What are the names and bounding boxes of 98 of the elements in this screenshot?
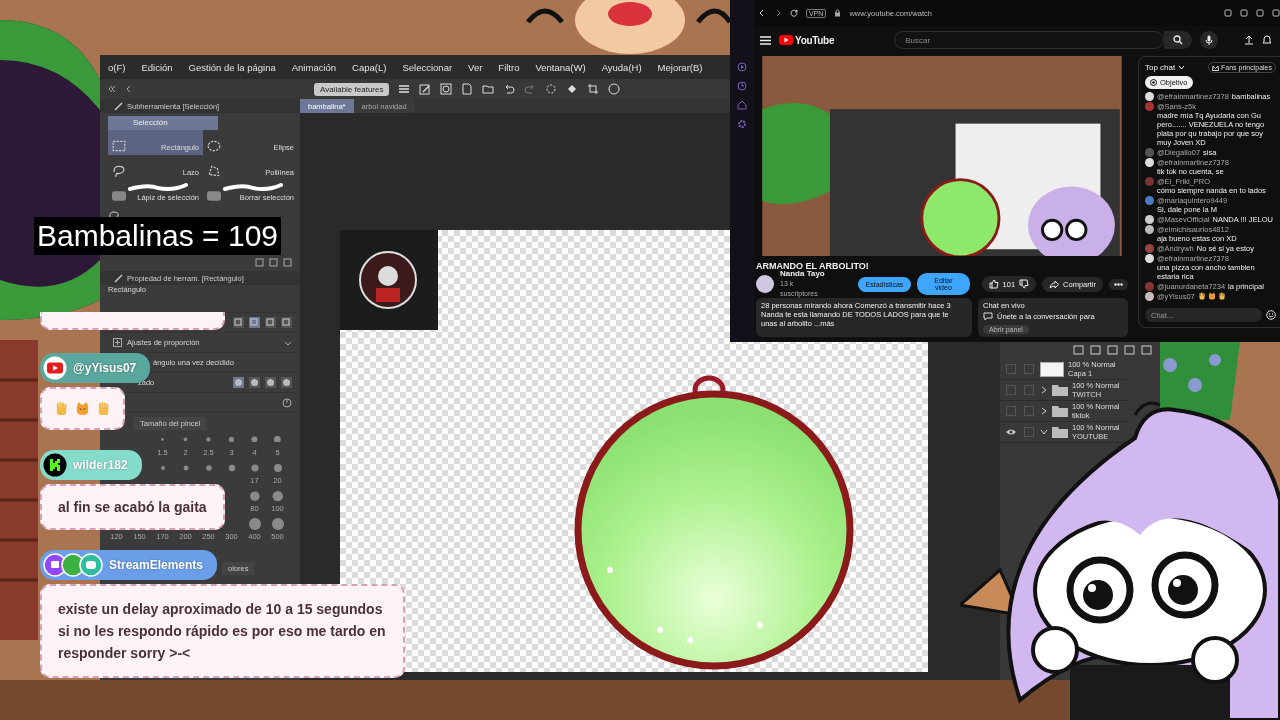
search-button[interactable]	[1164, 31, 1193, 49]
shape-dot-icon[interactable]	[281, 377, 292, 388]
menu-item[interactable]: Ver	[468, 61, 483, 73]
menu-item[interactable]: Animación	[291, 61, 337, 73]
menu-item[interactable]: Mejorar(B)	[657, 61, 703, 73]
chat-message: existe un delay aproximado de 10 a 15 segundos si no les respondo rápido es por eso me tardo en responder sorry >-<	[40, 584, 405, 678]
share-arrow-icon	[1049, 279, 1060, 289]
chat-username: StreamElements	[109, 558, 204, 572]
crown-icon	[1212, 64, 1220, 71]
shape-dot-icon[interactable]	[249, 377, 260, 388]
eye-icon[interactable]	[1005, 428, 1017, 436]
logo-circle-icon	[358, 250, 418, 310]
available-features-button[interactable]: Available features	[314, 82, 390, 96]
selection-icon	[112, 140, 126, 152]
chevron-icon[interactable]	[1040, 407, 1048, 415]
chat-message: al fin se acabó la gaita	[40, 484, 225, 530]
mode-icon[interactable]	[281, 317, 292, 328]
logo-text[interactable]: YouTube	[795, 34, 835, 46]
loading-icon[interactable]	[545, 83, 558, 95]
tool-icon	[114, 101, 123, 111]
expand-icon[interactable]	[113, 338, 122, 347]
tool-group-tab[interactable]: Selección	[108, 116, 218, 130]
brush-dots-drawing	[249, 490, 283, 502]
more-button[interactable]	[1109, 278, 1128, 290]
hand-icon	[1217, 292, 1226, 300]
menu-item[interactable]: Gestión de la página	[188, 61, 276, 73]
chat-username: wilder182	[73, 458, 128, 472]
chat-username: @yYisus07	[73, 361, 137, 375]
chat-mode-dropdown[interactable]: Top chat	[1145, 63, 1176, 72]
mic-button[interactable]	[1200, 31, 1219, 49]
home-icon[interactable]	[737, 100, 747, 110]
mode-icon[interactable]	[233, 317, 244, 328]
menu-item[interactable]: Seleccionar	[402, 61, 453, 73]
play-logo-icon	[779, 35, 793, 45]
more-icon	[1114, 282, 1123, 286]
menu-item[interactable]: o(F)	[108, 61, 126, 73]
target-icon	[1150, 79, 1157, 86]
channel-avatar[interactable]	[756, 275, 774, 293]
caret-icon[interactable]	[1178, 65, 1186, 70]
shape-dot-icon[interactable]	[233, 377, 244, 388]
menu-item[interactable]: Ventana(W)	[535, 61, 586, 73]
bell-icon[interactable]	[1262, 35, 1272, 45]
reload-icon[interactable]	[790, 9, 798, 17]
thumbs-up-icon	[988, 279, 999, 289]
counter-label: Bambalinas = 109	[34, 217, 281, 255]
chat-bubble-icon	[983, 312, 993, 321]
double-chevron-icon[interactable]	[108, 85, 116, 93]
smiley-icon[interactable]	[1266, 310, 1276, 320]
layer-thumbnail-icon	[1040, 361, 1064, 377]
chevron-left-icon[interactable]	[125, 85, 133, 93]
video-title: ARMANDO EL ARBOLITO!	[756, 261, 870, 271]
shape-dot-icon[interactable]	[265, 377, 276, 388]
folder-icon	[1052, 426, 1068, 438]
search-icon	[1173, 35, 1184, 45]
chevron-icon[interactable]	[1040, 386, 1048, 394]
selection-icon	[207, 140, 221, 152]
menu-icon[interactable]	[760, 35, 771, 45]
channel-name[interactable]: Nanda Tayo	[780, 269, 832, 279]
folder-icon	[1052, 384, 1068, 396]
menu-icon[interactable]	[398, 83, 411, 95]
chevron-icon[interactable]	[1040, 428, 1048, 436]
cat-icon	[1207, 292, 1216, 300]
hand-icon	[1197, 292, 1206, 300]
selection-icon	[207, 165, 221, 177]
brush-stroke-drawing	[128, 182, 188, 192]
youtube-icon	[43, 356, 67, 380]
forward-icon[interactable]	[774, 9, 782, 17]
upload-icon[interactable]	[1244, 35, 1254, 45]
undo-icon[interactable]	[503, 83, 516, 95]
search-field[interactable]: Buscar	[894, 31, 1165, 49]
selection-icon	[112, 165, 126, 177]
brush-icon	[207, 190, 221, 202]
brush-icon	[112, 190, 126, 202]
hand-icon	[96, 401, 111, 416]
lock-icon	[834, 9, 842, 17]
kick-icon	[43, 453, 67, 477]
mode-icon[interactable]	[265, 317, 276, 328]
cat-icon	[75, 401, 90, 416]
reset-icon[interactable]	[282, 397, 292, 408]
pen-icon[interactable]	[419, 83, 432, 95]
back-icon[interactable]	[758, 9, 766, 17]
play-circle-icon[interactable]	[737, 62, 747, 72]
mic-icon	[1205, 35, 1214, 45]
new-file-icon[interactable]	[461, 83, 474, 95]
hand-icon	[54, 401, 69, 416]
thumbs-down-icon	[1019, 279, 1030, 289]
folder-icon[interactable]	[482, 83, 495, 95]
brush-dots-drawing	[248, 518, 284, 530]
folder-icon	[1052, 405, 1068, 417]
tool-icon	[114, 273, 123, 283]
clock-icon[interactable]	[737, 81, 747, 91]
menu-item[interactable]: Ayuda(H)	[601, 61, 642, 73]
platforms-icon	[43, 553, 103, 577]
brush-stroke-drawing	[223, 182, 283, 192]
menu-item[interactable]: Edición	[141, 61, 173, 73]
menu-item[interactable]: Filtro	[498, 61, 520, 73]
menu-item[interactable]: Capa(L)	[352, 61, 387, 73]
crop-icon[interactable]	[587, 83, 600, 95]
